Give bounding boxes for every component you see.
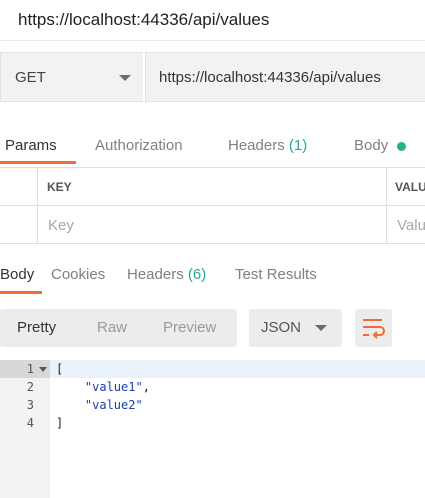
tab-label: Body	[354, 137, 389, 154]
view-raw-button[interactable]: Raw	[97, 319, 127, 336]
window-title: https://localhost:44336/api/values	[18, 10, 270, 29]
tab-label: Test Results	[235, 266, 317, 283]
active-line-highlight	[0, 360, 425, 378]
tab-count: (6)	[187, 266, 207, 283]
chevron-down-icon	[315, 325, 327, 331]
format-select[interactable]: JSON	[249, 309, 342, 347]
chevron-down-icon	[119, 75, 131, 81]
tab-label: Body	[0, 266, 35, 283]
tab-label: Headers	[228, 137, 285, 154]
active-tab-indicator	[0, 291, 42, 294]
tab-headers[interactable]: Headers (1)	[228, 137, 307, 154]
tab-count: (1)	[288, 137, 308, 154]
status-dot-icon	[397, 142, 406, 151]
code-line: ]	[56, 416, 63, 430]
view-preview-button[interactable]: Preview	[163, 319, 216, 336]
method-label: GET	[15, 69, 46, 86]
response-tab-cookies[interactable]: Cookies	[51, 266, 105, 283]
tab-authorization[interactable]: Authorization	[95, 137, 183, 154]
code-string: "value2"	[84, 398, 143, 412]
response-tab-test-results[interactable]: Test Results	[235, 266, 317, 283]
url-input[interactable]: https://localhost:44336/api/values	[145, 52, 425, 102]
tab-label: Params	[5, 137, 57, 154]
tab-label: Headers	[127, 266, 184, 283]
response-tabs: Body Cookies Headers (6) Test Results	[0, 256, 425, 296]
line-number: 3	[26, 398, 34, 412]
code-line: "value2"	[56, 398, 143, 412]
response-body-editor[interactable]: 1 2 3 4 [ "value1", "value2" ]	[0, 360, 425, 498]
code-string: "value1"	[84, 380, 143, 394]
format-label: JSON	[261, 319, 302, 336]
url-value: https://localhost:44336/api/values	[159, 69, 381, 86]
request-tabs: Params Authorization Headers (1) Body	[0, 128, 425, 166]
line-number: 4	[26, 416, 34, 430]
column-divider	[37, 168, 38, 243]
code-line: [	[56, 362, 63, 376]
view-mode-group: Pretty Raw Preview	[0, 309, 237, 347]
response-tab-headers[interactable]: Headers (6)	[127, 266, 206, 283]
active-tab-indicator	[0, 161, 76, 164]
tab-label: Cookies	[51, 266, 106, 283]
line-number: 1	[26, 362, 34, 376]
response-toolbar: Pretty Raw Preview JSON	[0, 309, 425, 347]
tab-body[interactable]: Body	[354, 137, 388, 154]
code-token: ,	[142, 380, 150, 394]
code-token: [	[56, 362, 64, 376]
value-input[interactable]: Valu	[397, 217, 425, 234]
tab-label: Authorization	[95, 137, 183, 154]
params-table: KEY VALU Key Valu	[0, 167, 425, 244]
title-bar: https://localhost:44336/api/values	[0, 0, 425, 41]
column-header-key: KEY	[47, 180, 72, 194]
column-divider	[386, 168, 387, 243]
fold-toggle-icon[interactable]	[39, 367, 47, 372]
line-number: 2	[26, 380, 34, 394]
view-pretty-button[interactable]: Pretty	[17, 319, 56, 336]
request-bar: GET https://localhost:44336/api/values	[0, 52, 425, 104]
wrap-lines-icon	[363, 319, 385, 339]
code-token: ]	[56, 416, 64, 430]
tab-params[interactable]: Params	[5, 137, 57, 154]
column-header-value: VALU	[395, 180, 425, 194]
response-tab-body[interactable]: Body	[0, 266, 34, 283]
code-line: "value1",	[56, 380, 150, 394]
wrap-lines-button[interactable]	[355, 309, 392, 347]
method-select[interactable]: GET	[0, 52, 143, 102]
key-input[interactable]: Key	[48, 217, 74, 234]
